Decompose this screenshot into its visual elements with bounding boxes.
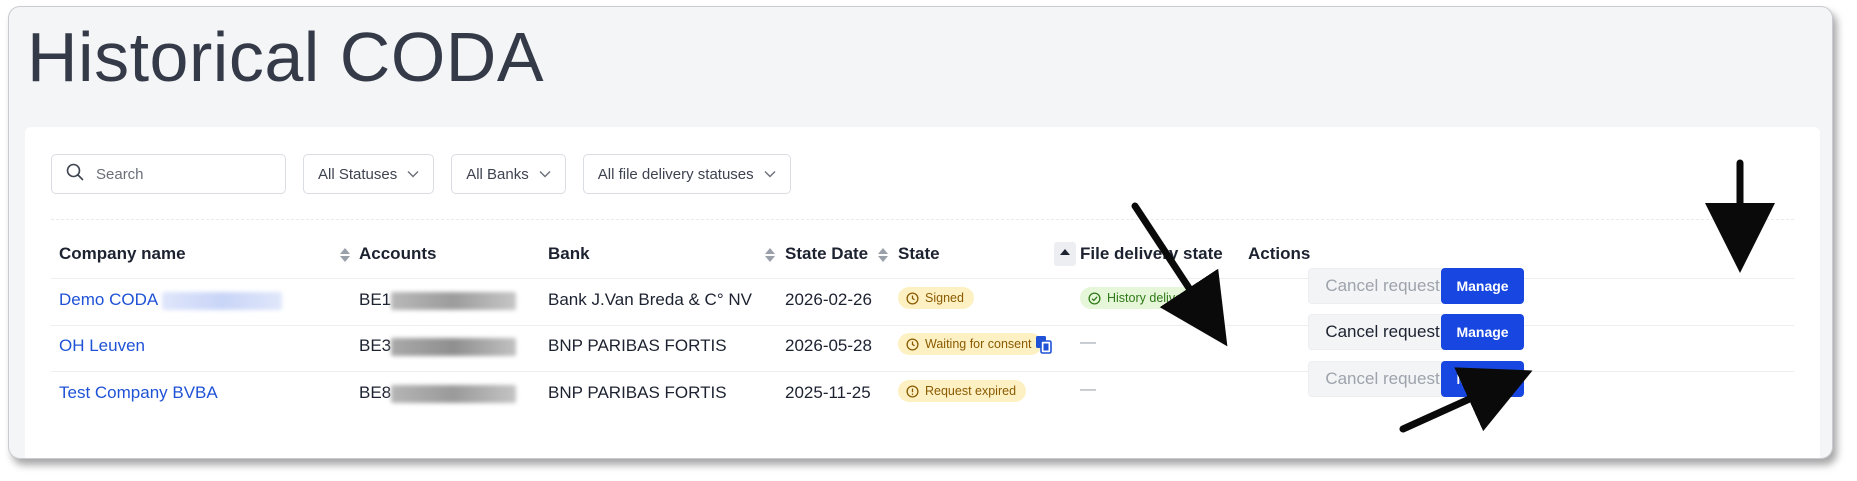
delivery-badge-label: History delivered	[1107, 291, 1201, 305]
column-header-state[interactable]: State	[898, 244, 940, 264]
check-circle-icon	[1088, 291, 1101, 305]
sort-icon[interactable]	[876, 246, 890, 264]
state-date-cell: 2026-05-28	[785, 336, 872, 355]
sort-icon[interactable]	[763, 246, 777, 264]
filter-bar: All Statuses All Banks All file delivery…	[51, 154, 791, 194]
account-prefix: BE1	[359, 290, 392, 309]
account-prefix: BE8	[359, 383, 392, 402]
account-prefix: BE3	[359, 336, 392, 355]
redacted-company-suffix	[161, 291, 282, 310]
manage-button[interactable]: Manage	[1441, 268, 1524, 304]
chevron-down-icon	[407, 168, 419, 180]
account-cell: BE3	[359, 336, 517, 356]
row-divider	[51, 278, 1794, 279]
column-header-accounts: Accounts	[359, 244, 437, 263]
status-badge-label: Signed	[925, 291, 964, 305]
bank-cell: BNP PARIBAS FORTIS	[548, 383, 727, 402]
column-header-delivery: File delivery state	[1080, 244, 1223, 263]
bank-filter-dropdown[interactable]: All Banks	[451, 154, 566, 194]
state-date-cell: 2025-11-25	[785, 383, 871, 402]
redacted-account	[391, 291, 517, 310]
delivery-empty: —	[1080, 334, 1096, 351]
row-divider	[51, 325, 1794, 326]
chevron-down-icon	[764, 168, 776, 180]
search-input[interactable]	[96, 165, 266, 183]
copy-link-icon[interactable]	[1035, 335, 1053, 355]
clock-icon	[906, 337, 919, 351]
cancel-request-button[interactable]: Cancel request	[1308, 314, 1457, 350]
delivery-badge: History delivered	[1080, 287, 1211, 309]
chevron-down-icon	[539, 168, 551, 180]
table-row: OH Leuven	[59, 336, 145, 356]
status-badge: Signed	[898, 287, 974, 309]
status-badge-label: Waiting for consent	[925, 337, 1032, 351]
sort-ascending-icon	[1060, 249, 1070, 255]
company-link[interactable]: Test Company BVBA	[59, 383, 218, 402]
search-icon	[66, 163, 84, 186]
account-cell: BE8	[359, 383, 517, 403]
bank-filter-label: All Banks	[466, 165, 529, 183]
bank-cell: BNP PARIBAS FORTIS	[548, 336, 727, 355]
redacted-account	[391, 384, 517, 403]
manage-button[interactable]: Manage	[1441, 361, 1524, 397]
bank-cell: Bank J.Van Breda & C° NV	[548, 290, 752, 309]
company-link[interactable]: OH Leuven	[59, 336, 145, 355]
status-badge: Request expired	[898, 380, 1027, 402]
delivery-filter-label: All file delivery statuses	[597, 165, 754, 183]
status-filter-label: All Statuses	[318, 165, 398, 183]
column-header-actions: Actions	[1248, 244, 1311, 263]
table-row: Test Company BVBA	[59, 383, 218, 403]
manage-button[interactable]: Manage	[1441, 314, 1524, 350]
alert-circle-icon	[906, 384, 919, 398]
sort-icon[interactable]	[338, 246, 352, 264]
column-header-state-date[interactable]: State Date	[785, 244, 868, 264]
search-box[interactable]	[51, 154, 286, 194]
page-title: Historical CODA	[27, 18, 545, 96]
state-date-cell: 2026-02-26	[785, 290, 872, 309]
row-divider	[51, 371, 1794, 372]
redacted-account	[391, 337, 517, 356]
filter-divider	[51, 219, 1794, 220]
clock-icon	[906, 291, 919, 305]
status-filter-dropdown[interactable]: All Statuses	[303, 154, 435, 194]
delivery-filter-dropdown[interactable]: All file delivery statuses	[582, 154, 791, 194]
app-window: Historical CODA All Statuses All Banks A…	[8, 6, 1833, 459]
table-row: Demo CODA	[59, 290, 282, 310]
delivery-empty: —	[1080, 381, 1096, 398]
status-badge-label: Request expired	[925, 384, 1017, 398]
status-badge: Waiting for consent	[898, 333, 1042, 355]
company-link[interactable]: Demo CODA	[59, 290, 157, 309]
column-header-bank[interactable]: Bank	[548, 244, 590, 264]
content-card: All Statuses All Banks All file delivery…	[25, 127, 1820, 458]
cancel-request-button[interactable]: Cancel request	[1308, 361, 1457, 397]
column-header-company[interactable]: Company name	[59, 244, 186, 264]
cancel-request-button[interactable]: Cancel request	[1308, 268, 1457, 304]
account-cell: BE1	[359, 290, 517, 310]
